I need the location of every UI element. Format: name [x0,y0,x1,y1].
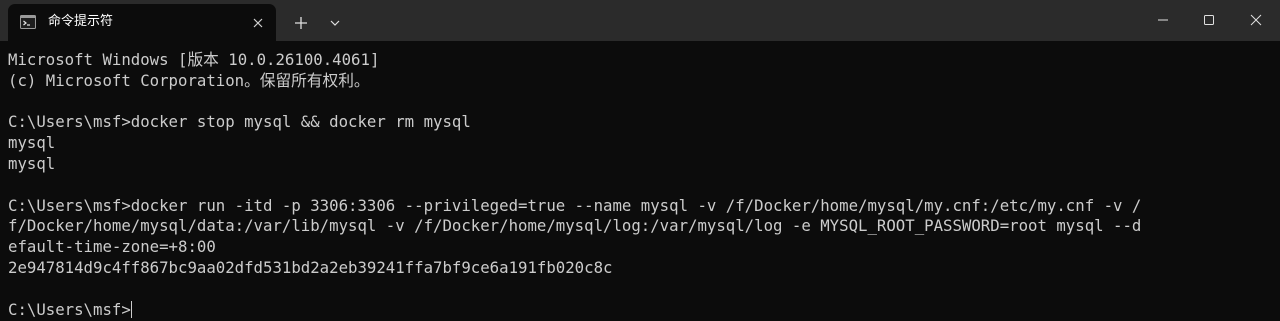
command-prompt: C:\Users\msf> [8,299,131,319]
text-cursor [130,300,132,318]
terminal-window: 命令提示符 Microsoft Windows [版本 10.0.26100.4… [0,0,1280,321]
tab-command-prompt[interactable]: 命令提示符 [8,4,276,41]
minimize-icon [1158,19,1168,21]
maximize-button[interactable] [1186,0,1232,40]
terminal-line: 2e947814d9c4ff867bc9aa02dfd531bd2a2eb392… [8,257,613,277]
tab-title: 命令提示符 [48,14,114,29]
maximize-icon [1204,15,1214,25]
terminal-output[interactable]: Microsoft Windows [版本 10.0.26100.4061] (… [8,50,1272,320]
command-prompt-icon [20,14,36,30]
terminal-line: (c) Microsoft Corporation。保留所有权利。 [8,70,370,90]
terminal-line: C:\Users\msf>docker run -itd -p 3306:330… [8,195,1142,215]
plus-icon[interactable] [290,12,312,34]
terminal-line: efault-time-zone=+8:00 [8,237,216,257]
chevron-down-icon[interactable] [326,14,344,32]
minimize-button[interactable] [1140,0,1186,40]
terminal-line: mysql [8,153,56,173]
close-window-button[interactable] [1233,0,1279,40]
title-bar[interactable]: 命令提示符 [0,0,1280,41]
close-icon[interactable] [249,14,267,32]
close-icon [1250,14,1262,26]
terminal-line: mysql [8,133,56,153]
terminal-line: f/Docker/home/mysql/data:/var/lib/mysql … [8,216,1142,236]
terminal-line: C:\Users\msf>docker stop mysql && docker… [8,112,471,132]
terminal-line: Microsoft Windows [版本 10.0.26100.4061] [8,50,380,69]
prompt-line[interactable]: C:\Users\msf> [8,300,1272,321]
